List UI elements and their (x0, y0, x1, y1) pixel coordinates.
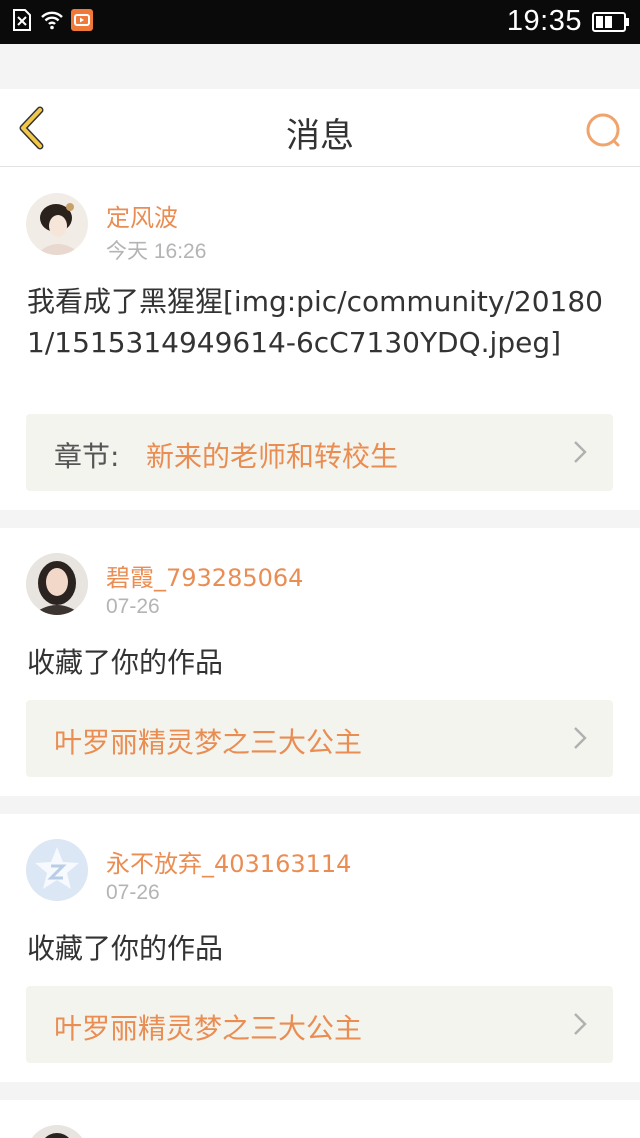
work-link[interactable]: 叶罗丽精灵梦之三大公主 (26, 700, 613, 777)
work-title: 叶罗丽精灵梦之三大公主 (54, 726, 363, 759)
user-avatar[interactable] (26, 1125, 88, 1138)
user-name[interactable]: 碧霞_793285064 (106, 558, 303, 593)
status-bar: 19:35 (0, 0, 640, 44)
search-button[interactable] (584, 111, 624, 151)
battery-icon (592, 12, 629, 32)
message-time: 07-26 (106, 881, 160, 904)
wifi-icon (41, 11, 63, 30)
sim-off-icon (13, 9, 31, 31)
chevron-right-icon (574, 1013, 587, 1035)
work-link[interactable]: 叶罗丽精灵梦之三大公主 (26, 986, 613, 1063)
chapter-label: 章节: (54, 440, 120, 473)
message-time: 07-26 (106, 595, 160, 618)
message-card: 定风波 今天 16:26 我看成了黑猩猩[img:pic/community/2… (0, 167, 640, 510)
user-avatar[interactable] (26, 193, 88, 255)
navigation-header: 消息 (0, 89, 640, 167)
user-avatar[interactable] (26, 839, 88, 901)
chapter-title: 新来的老师和转校生 (146, 440, 399, 473)
message-time: 今天 16:26 (106, 240, 207, 263)
message-content: 我看成了黑猩猩[img:pic/community/201801/1515314… (27, 285, 603, 359)
status-time: 19:35 (506, 5, 582, 37)
message-card (0, 1100, 640, 1138)
message-card: 永不放弃_403163114 07-26 收藏了你的作品 叶罗丽精灵梦之三大公主 (0, 814, 640, 1082)
chevron-right-icon (574, 441, 587, 463)
chevron-right-icon (574, 727, 587, 749)
work-title: 叶罗丽精灵梦之三大公主 (54, 1012, 363, 1045)
message-content: 收藏了你的作品 (27, 932, 224, 965)
search-icon (586, 113, 620, 147)
user-name[interactable]: 定风波 (106, 198, 178, 233)
app-notification-icon (71, 9, 93, 31)
user-avatar[interactable] (26, 553, 88, 615)
user-name[interactable]: 永不放弃_403163114 (106, 844, 351, 879)
message-content: 收藏了你的作品 (27, 646, 224, 679)
message-card: 碧霞_793285064 07-26 收藏了你的作品 叶罗丽精灵梦之三大公主 (0, 528, 640, 796)
page-title: 消息 (286, 116, 354, 156)
chapter-link[interactable]: 章节: 新来的老师和转校生 (26, 414, 613, 491)
